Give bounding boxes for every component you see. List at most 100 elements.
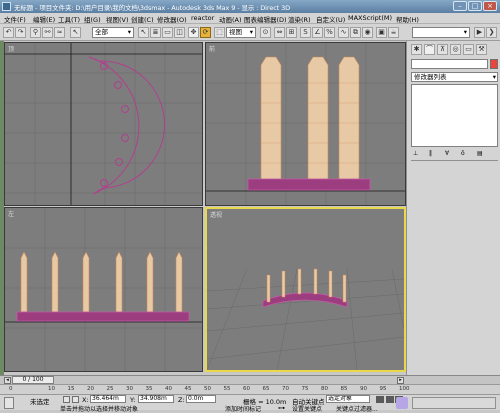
modify-panel-icon[interactable]: ⌒ — [424, 44, 435, 55]
percent-snap-icon[interactable]: % — [324, 27, 335, 38]
configure-modifier-sets-icon[interactable]: ▤ — [477, 150, 483, 157]
select-object-icon[interactable]: ↖ — [70, 27, 81, 38]
menu-create[interactable]: 创建(C) — [131, 14, 154, 24]
chevron-down-icon: ▾ — [492, 73, 496, 81]
select-scale-icon[interactable]: ⬚ — [214, 27, 225, 38]
quick-render-icon[interactable]: ☕ — [388, 27, 399, 38]
lock-selection-icon[interactable] — [63, 396, 70, 403]
key-icon[interactable]: ⊶ — [278, 404, 285, 412]
selection-filter-dropdown[interactable]: 全部 ▾ — [92, 27, 134, 38]
menu-maxscript[interactable]: MAXScript(M) — [348, 14, 392, 22]
key-filters-button[interactable]: 关键点过滤器... — [336, 404, 378, 413]
create-panel-icon[interactable]: ✱ — [411, 44, 422, 55]
object-name-field[interactable] — [411, 59, 488, 69]
time-next-icon[interactable]: ▸ — [397, 377, 404, 384]
menu-group[interactable]: 组(G) — [84, 14, 101, 24]
go-to-start-icon[interactable] — [376, 396, 384, 403]
angle-snap-icon[interactable]: ∠ — [312, 27, 323, 38]
show-end-result-icon[interactable]: ‖ — [429, 150, 432, 157]
make-unique-icon[interactable]: ∀ — [445, 150, 449, 157]
undo-icon[interactable]: ↶ — [3, 27, 14, 38]
render-setup-icon[interactable]: ▣ — [376, 27, 387, 38]
track-bar-ruler[interactable]: 0 10 15 20 25 30 35 40 45 50 55 60 65 70 75 80 85 90 95 100 — [0, 384, 500, 394]
ruler-tick-label: 95 — [379, 386, 387, 392]
menu-rendering[interactable]: 渲染(R) — [288, 14, 311, 24]
menu-edit[interactable]: 编辑(E) — [33, 14, 55, 24]
viewport-perspective-label[interactable]: 透视 — [210, 210, 222, 219]
curve-editor-icon[interactable]: ∿ — [338, 27, 349, 38]
maxscript-listener-icon[interactable] — [4, 397, 14, 409]
viewport-top-label[interactable]: 顶 — [8, 44, 14, 53]
arc-wall-ends — [88, 56, 104, 195]
z-coordinate-field[interactable]: 0.0m — [186, 395, 216, 403]
schematic-view-icon[interactable]: ⧉ — [350, 27, 361, 38]
main-toolbar: ↶ ↷ ⚲ ⚯ ≈ ↖ 全部 ▾ ↖ ≣ ▭ ◫ ✥ ⟳ ⬚ 视图 ▾ ⊙ ⇔ ⊞ … — [0, 24, 500, 41]
x-label: X: — [82, 396, 89, 404]
object-color-swatch[interactable] — [490, 59, 498, 69]
viewport-front[interactable]: 前 — [205, 42, 406, 206]
hierarchy-panel-icon[interactable]: ⊼ — [437, 44, 448, 55]
pivot-center-icon[interactable]: ⊙ — [260, 27, 271, 38]
viewport-left[interactable]: 左 — [4, 207, 203, 372]
menu-reactor[interactable]: reactor — [191, 14, 214, 22]
set-key-button[interactable]: 设置关键点 — [292, 404, 322, 413]
select-by-name-icon[interactable]: ≣ — [150, 27, 161, 38]
viewport-front-label[interactable]: 前 — [209, 44, 215, 53]
select-move-icon[interactable]: ✥ — [188, 27, 199, 38]
menu-customize[interactable]: 自定义(U) — [316, 14, 345, 24]
motion-panel-icon[interactable]: ◎ — [450, 44, 461, 55]
y-coordinate-field[interactable]: 34.908m — [138, 395, 174, 403]
utilities-panel-icon[interactable]: ⚒ — [476, 44, 487, 55]
mirror-icon[interactable]: ⇔ — [274, 27, 285, 38]
rect-selection-icon[interactable]: ▭ — [162, 27, 173, 38]
menu-view[interactable]: 视图(V) — [106, 14, 129, 24]
menu-graph-editors[interactable]: 图表编辑器(D) — [244, 14, 287, 24]
viewport-front-canvas — [206, 43, 405, 205]
display-panel-icon[interactable]: ▭ — [463, 44, 474, 55]
viewport-nav-icon[interactable] — [396, 397, 408, 409]
modifier-list-dropdown[interactable]: 修改器列表 ▾ — [411, 72, 498, 82]
viewport-left-label[interactable]: 左 — [8, 209, 14, 218]
key-mode-dropdown[interactable]: 选定对象 — [326, 395, 370, 403]
ruler-tick-label: 30 — [126, 386, 133, 392]
menu-tools[interactable]: 工具(T) — [58, 14, 80, 24]
viewport-top[interactable]: 顶 — [4, 42, 203, 206]
align-icon[interactable]: ⊞ — [286, 27, 297, 38]
remove-modifier-icon[interactable]: ǒ — [461, 150, 465, 157]
close-button[interactable]: × — [483, 1, 497, 11]
redo-icon[interactable]: ↷ — [15, 27, 26, 38]
unlink-icon[interactable]: ⚯ — [42, 27, 53, 38]
maximize-button[interactable]: □ — [468, 1, 482, 11]
material-editor-icon[interactable]: ◉ — [362, 27, 373, 38]
select-rotate-icon[interactable]: ⟳ — [200, 27, 211, 38]
previous-frame-icon[interactable] — [386, 396, 394, 403]
named-selection-set-dropdown[interactable]: ▾ — [412, 27, 470, 38]
minimize-button[interactable]: – — [453, 1, 467, 11]
render-icon[interactable]: ▶ — [474, 27, 485, 38]
add-time-tag[interactable]: 添加时间标记 — [225, 404, 261, 413]
menu-animation[interactable]: 动画(A) — [219, 14, 242, 24]
selection-status: 未选定 — [30, 398, 50, 406]
menu-file[interactable]: 文件(F) — [4, 14, 26, 24]
menu-modifiers[interactable]: 修改器(O) — [157, 14, 187, 24]
absolute-mode-icon[interactable] — [72, 396, 79, 403]
app-icon[interactable] — [2, 2, 11, 11]
time-slider[interactable]: 0 / 100 — [12, 376, 54, 384]
render-last-icon[interactable]: ❯ — [486, 27, 497, 38]
bind-space-warp-icon[interactable]: ≈ — [54, 27, 65, 38]
window-crossing-icon[interactable]: ◫ — [174, 27, 185, 38]
menu-help[interactable]: 帮助(H) — [396, 14, 419, 24]
modifier-stack[interactable] — [411, 84, 498, 147]
ruler-tick-label: 10 — [48, 386, 55, 392]
viewport-navigation-controls[interactable] — [412, 397, 496, 409]
pin-stack-icon[interactable]: ⊥ — [413, 150, 418, 157]
reference-coord-dropdown[interactable]: 视图 ▾ — [226, 27, 256, 38]
time-prev-icon[interactable]: ◂ — [4, 377, 11, 384]
ruler-tick-label: 45 — [184, 386, 192, 392]
viewport-perspective[interactable]: 透视 — [205, 207, 406, 372]
select-icon[interactable]: ↖ — [138, 27, 149, 38]
snap-icon[interactable]: S — [300, 27, 311, 38]
tower-base — [247, 178, 371, 191]
x-coordinate-field[interactable]: 36.464m — [90, 395, 126, 403]
select-link-icon[interactable]: ⚲ — [30, 27, 41, 38]
